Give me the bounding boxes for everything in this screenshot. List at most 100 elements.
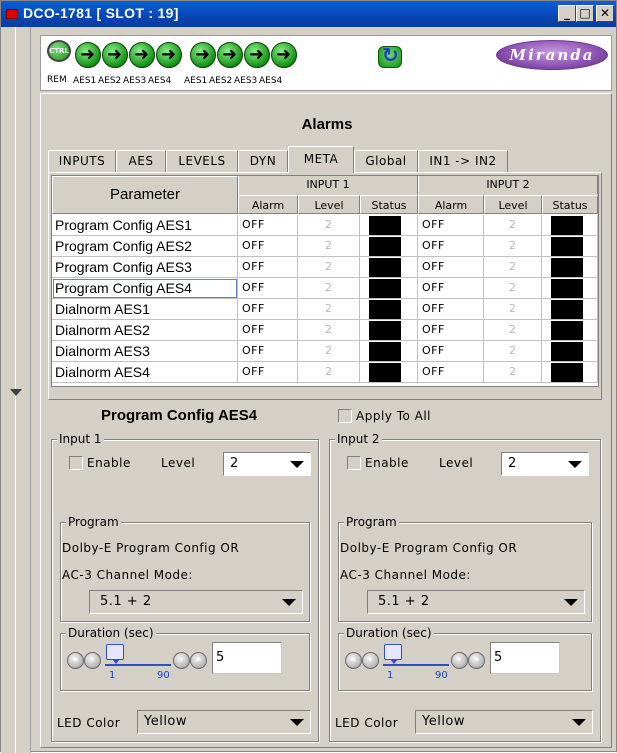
collapse-arrow-icon[interactable] (10, 389, 22, 396)
tab-dyn[interactable]: DYN (238, 150, 288, 172)
tab-global[interactable]: Global (354, 150, 418, 172)
table-row[interactable]: Dialnorm AES3 OFF 2 OFF 2 (52, 341, 598, 362)
aes2-input1-icon[interactable] (102, 42, 128, 68)
prev-icon[interactable]: ‹ (362, 652, 379, 669)
tab-meta[interactable]: META (288, 146, 354, 173)
tab-aes[interactable]: AES (116, 150, 166, 172)
parameter-cell[interactable]: Dialnorm AES3 (52, 341, 238, 362)
parameter-cell[interactable]: Dialnorm AES4 (52, 362, 238, 383)
close-button[interactable]: ✕ (596, 5, 614, 22)
alarm-cell[interactable]: OFF (238, 362, 298, 383)
table-row[interactable]: Program Config AES4 OFF 2 OFF 2 (52, 278, 598, 299)
tab-in1-in2[interactable]: IN1 -> IN2 (418, 150, 508, 172)
level-cell[interactable]: 2 (298, 215, 360, 236)
aes3-input1-icon[interactable] (129, 42, 155, 68)
input2-enable-box[interactable] (347, 455, 361, 470)
input1-led-dropdown[interactable]: Yellow (137, 710, 311, 734)
duration-slider-track[interactable] (383, 664, 449, 666)
status-indicator (551, 258, 583, 277)
maximize-button[interactable]: □ (576, 5, 594, 22)
aes2-input2-icon[interactable] (217, 42, 243, 68)
input2-duration-input[interactable]: 5 (490, 642, 560, 674)
status-cell (360, 341, 418, 362)
alarm-cell[interactable]: OFF (238, 320, 298, 341)
alarm-cell[interactable]: OFF (238, 236, 298, 257)
parameter-cell[interactable]: Program Config AES1 (52, 215, 238, 236)
parameter-cell[interactable]: Program Config AES3 (52, 257, 238, 278)
alarm-cell[interactable]: OFF (418, 320, 484, 341)
alarm-cell[interactable]: OFF (418, 215, 484, 236)
level-cell[interactable]: 2 (484, 215, 542, 236)
level-cell[interactable]: 2 (484, 236, 542, 257)
slider-max-label: 90 (435, 670, 448, 681)
level-cell[interactable]: 2 (484, 320, 542, 341)
parameter-cell[interactable]: Program Config AES4 (52, 278, 238, 299)
alarm-cell[interactable]: OFF (238, 299, 298, 320)
duration-slider-track[interactable] (105, 664, 171, 666)
prev-icon[interactable]: ‹ (84, 652, 101, 669)
alarm-cell[interactable]: OFF (418, 236, 484, 257)
parameter-cell[interactable]: Program Config AES2 (52, 236, 238, 257)
input1-enable-checkbox[interactable]: Enable (69, 455, 131, 470)
alarm-cell[interactable]: OFF (418, 257, 484, 278)
title-bar[interactable]: DCO-1781 [ SLOT : 19] _ □ ✕ (1, 1, 616, 27)
level-cell[interactable]: 2 (484, 278, 542, 299)
level-cell[interactable]: 2 (484, 341, 542, 362)
level-cell[interactable]: 2 (298, 341, 360, 362)
alarm-cell[interactable]: OFF (418, 278, 484, 299)
level-cell[interactable]: 2 (298, 278, 360, 299)
parameter-cell[interactable]: Dialnorm AES1 (52, 299, 238, 320)
table-row[interactable]: Program Config AES2 OFF 2 OFF 2 (52, 236, 598, 257)
first-icon[interactable]: « (345, 652, 362, 669)
input2-mode-dropdown[interactable]: 5.1 + 2 (367, 590, 585, 614)
alarm-cell[interactable]: OFF (238, 257, 298, 278)
aes1-input2-icon[interactable] (190, 42, 216, 68)
alarm-cell[interactable]: OFF (418, 341, 484, 362)
aes3-input2-icon[interactable] (244, 42, 270, 68)
next-icon[interactable]: › (451, 652, 468, 669)
ctrl-icon[interactable]: CTRL (47, 40, 71, 62)
alarm-cell[interactable]: OFF (418, 362, 484, 383)
input1-mode-dropdown[interactable]: 5.1 + 2 (89, 590, 303, 614)
tab-inputs[interactable]: INPUTS (48, 150, 116, 172)
next-icon[interactable]: › (173, 652, 190, 669)
alarm-cell[interactable]: OFF (238, 278, 298, 299)
input2-enable-checkbox[interactable]: Enable (347, 455, 409, 470)
table-row[interactable]: Dialnorm AES4 OFF 2 OFF 2 (52, 362, 598, 383)
level-cell[interactable]: 2 (484, 257, 542, 278)
table-row[interactable]: Program Config AES1 OFF 2 OFF 2 (52, 215, 598, 236)
input2-level-dropdown[interactable]: 2 (501, 452, 589, 476)
parameter-cell[interactable]: Dialnorm AES2 (52, 320, 238, 341)
input1-enable-box[interactable] (69, 455, 83, 470)
alarm-cell[interactable]: OFF (418, 299, 484, 320)
level-cell[interactable]: 2 (298, 362, 360, 383)
table-row[interactable]: Program Config AES3 OFF 2 OFF 2 (52, 257, 598, 278)
level-cell[interactable]: 2 (484, 299, 542, 320)
alarm-cell[interactable]: OFF (238, 215, 298, 236)
sync-icon[interactable] (378, 43, 402, 68)
first-icon[interactable]: « (67, 652, 84, 669)
level-cell[interactable]: 2 (298, 236, 360, 257)
last-icon[interactable]: » (190, 652, 207, 669)
chevron-down-icon (282, 599, 296, 606)
level-cell[interactable]: 2 (298, 320, 360, 341)
level-cell[interactable]: 2 (298, 257, 360, 278)
duration-slider-thumb[interactable] (106, 644, 124, 664)
alarm-cell[interactable]: OFF (238, 341, 298, 362)
aes1-input1-icon[interactable] (75, 42, 101, 68)
aes4-input1-icon[interactable] (156, 42, 182, 68)
tab-levels[interactable]: LEVELS (166, 150, 238, 172)
minimize-button[interactable]: _ (558, 5, 576, 22)
level-cell[interactable]: 2 (484, 362, 542, 383)
input1-level-dropdown[interactable]: 2 (223, 452, 311, 476)
level-cell[interactable]: 2 (298, 299, 360, 320)
apply-to-all-checkbox[interactable]: Apply To All (338, 408, 431, 424)
table-row[interactable]: Dialnorm AES1 OFF 2 OFF 2 (52, 299, 598, 320)
aes4-input2-icon[interactable] (271, 42, 297, 68)
last-icon[interactable]: » (468, 652, 485, 669)
input2-led-dropdown[interactable]: Yellow (415, 710, 593, 734)
input1-duration-input[interactable]: 5 (212, 642, 282, 674)
table-row[interactable]: Dialnorm AES2 OFF 2 OFF 2 (52, 320, 598, 341)
apply-to-all-box[interactable] (338, 408, 352, 423)
duration-slider-thumb[interactable] (384, 644, 402, 664)
